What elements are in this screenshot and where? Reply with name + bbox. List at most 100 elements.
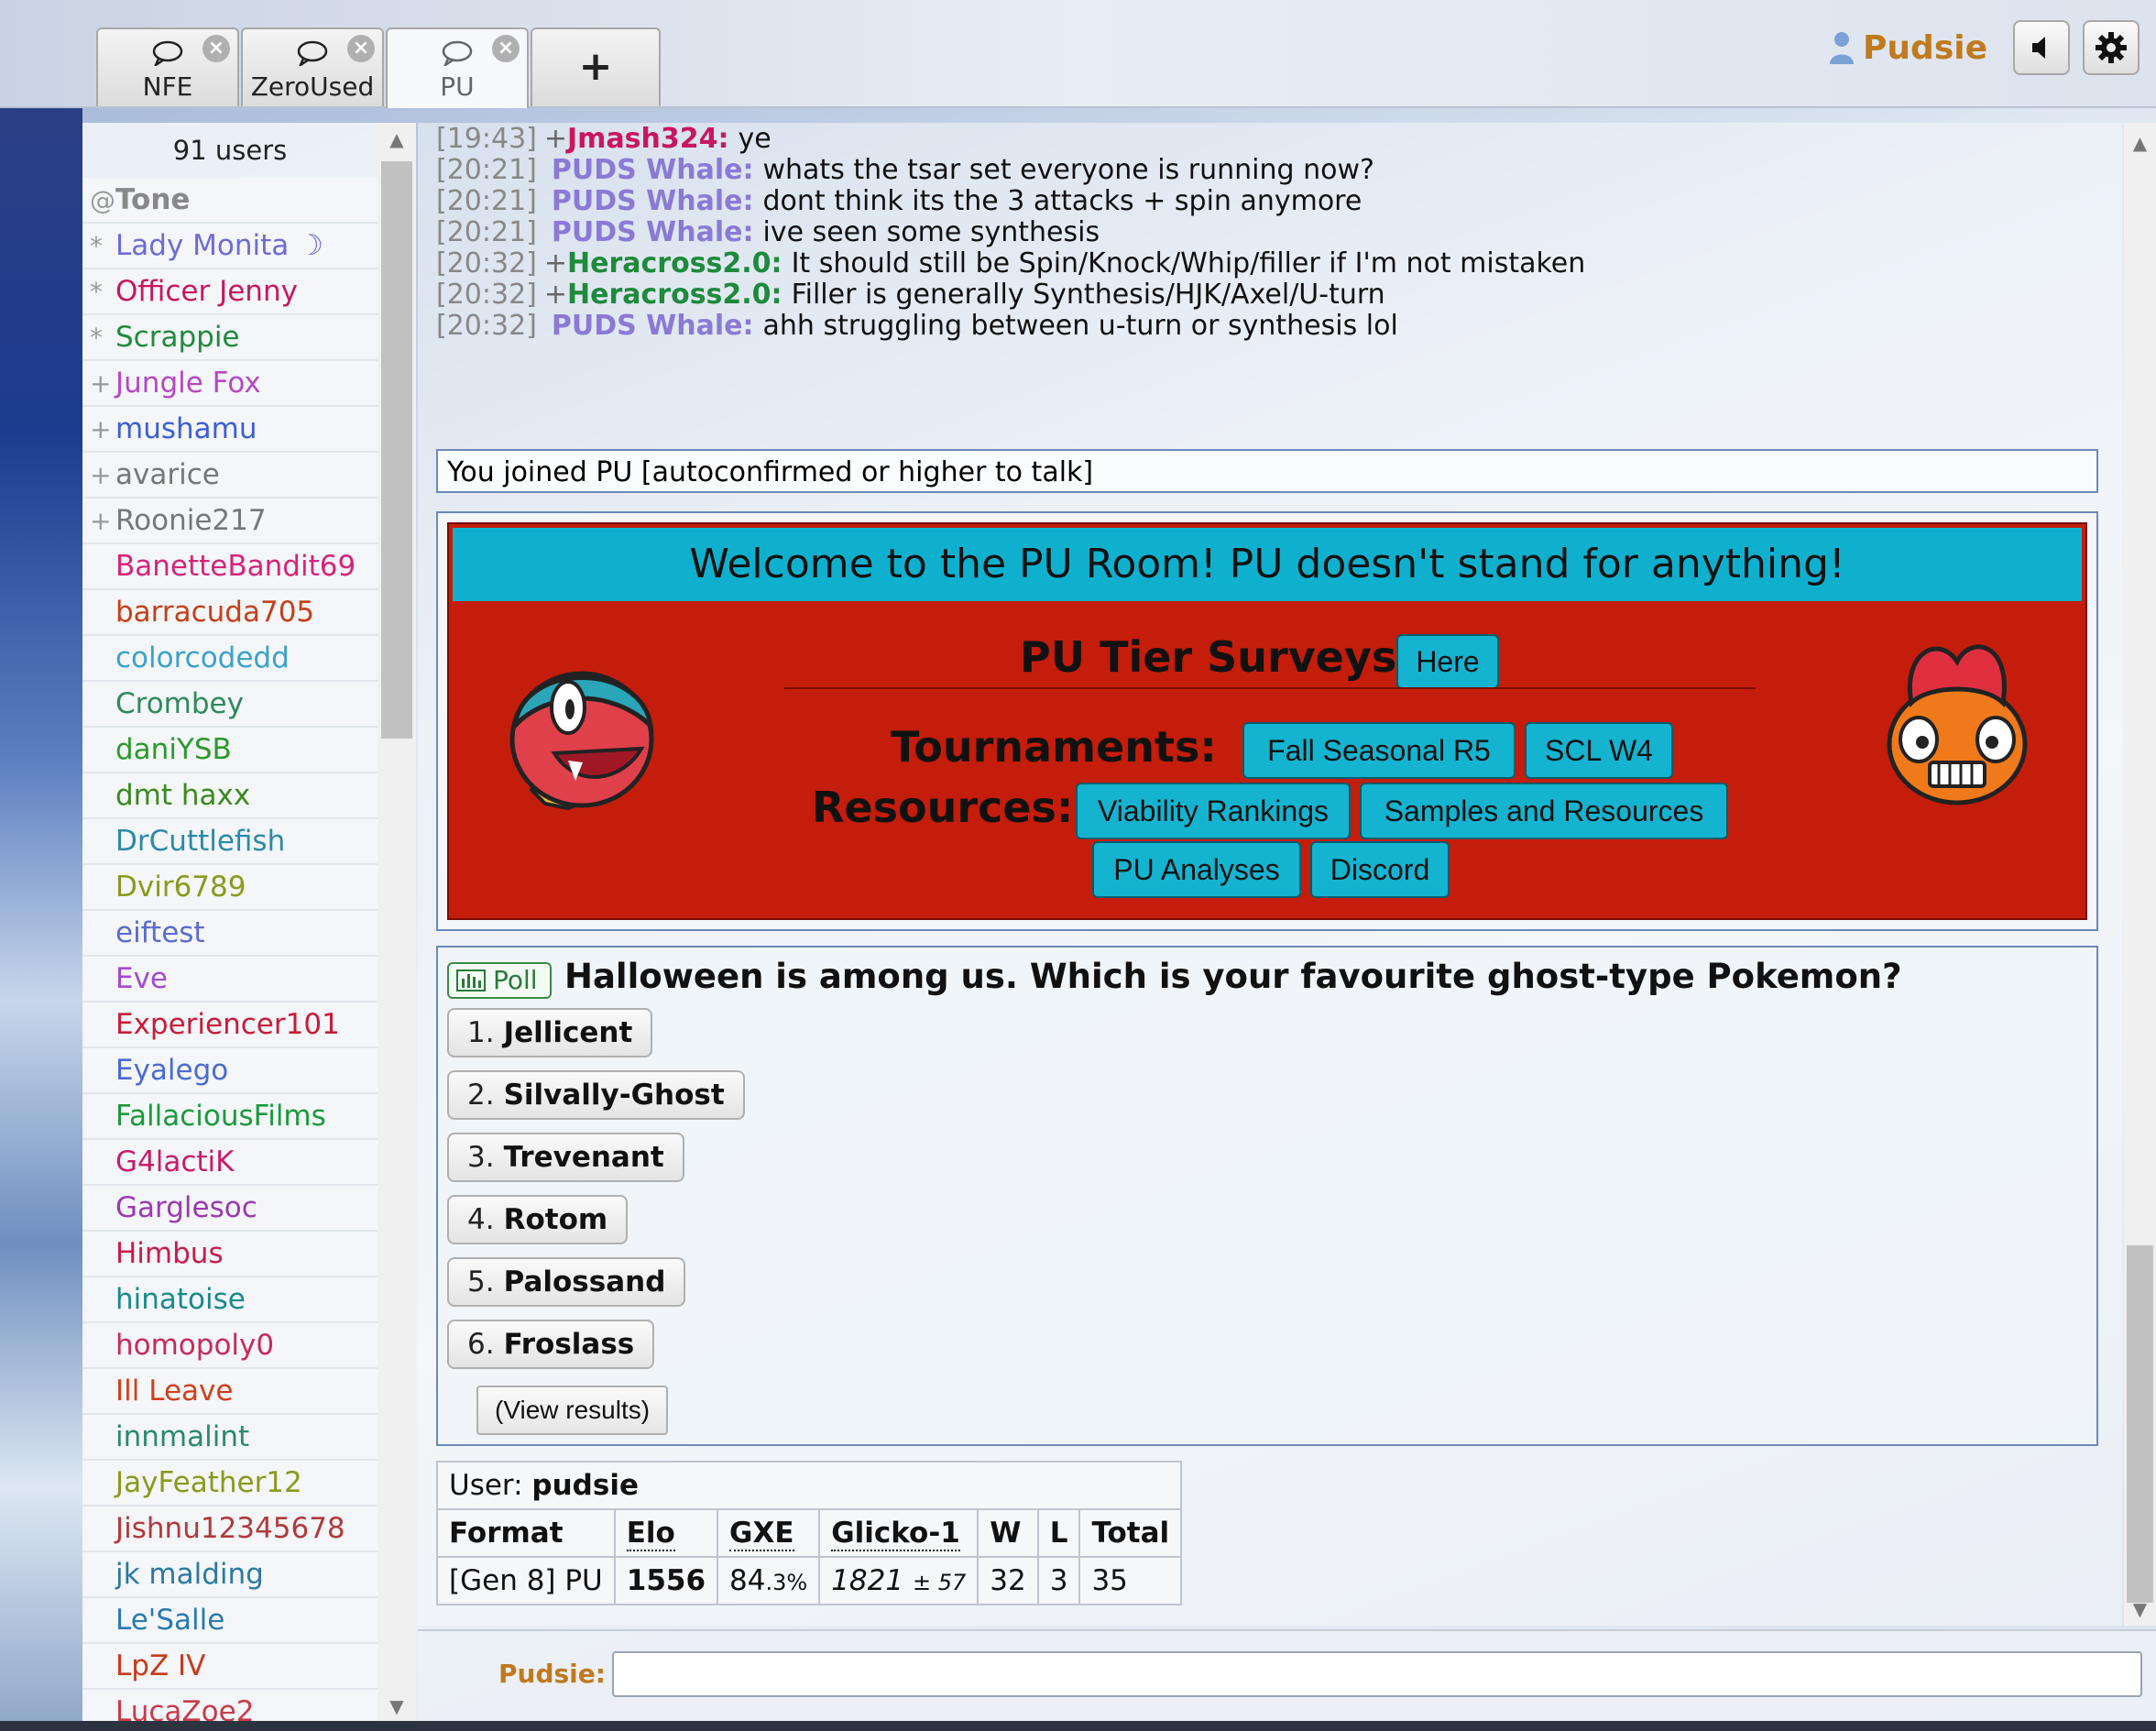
- user-list-item[interactable]: * Officer Jenny: [82, 269, 378, 315]
- poll-option-number: 4.: [467, 1203, 495, 1236]
- gear-icon: [2096, 32, 2127, 63]
- user-list-item[interactable]: @Tone: [82, 178, 378, 224]
- sound-button[interactable]: [2013, 20, 2070, 75]
- user-list-item[interactable]: eiftest: [82, 911, 378, 957]
- user-list-item[interactable]: Experiencer101: [82, 1002, 378, 1048]
- user-list-scrollbar[interactable]: ▲ ▼: [378, 123, 416, 1723]
- header-wins: W: [977, 1508, 1039, 1558]
- discord-button[interactable]: Discord: [1310, 841, 1450, 898]
- user-rank-symbol: +: [90, 506, 112, 536]
- ranking-username[interactable]: pudsie: [531, 1469, 639, 1502]
- user-list-item[interactable]: homopoly0: [82, 1323, 378, 1369]
- tab-pu[interactable]: PU ×: [386, 27, 529, 108]
- user-list-item[interactable]: Jishnu12345678: [82, 1506, 378, 1552]
- poll-option-button[interactable]: 5. Palossand: [447, 1257, 686, 1307]
- chat-input[interactable]: [612, 1651, 2142, 1697]
- close-icon[interactable]: ×: [347, 35, 375, 62]
- user-list-item[interactable]: colorcodedd: [82, 636, 378, 682]
- message-username[interactable]: Jmash324:: [567, 123, 729, 155]
- chat-log: [19:43] +Jmash324: ye [20:21] PUDS Whale: wha…: [418, 123, 2122, 1626]
- close-icon[interactable]: ×: [492, 35, 520, 62]
- user-list-item[interactable]: Eyalego: [82, 1048, 378, 1094]
- message-timestamp: [20:32]: [436, 279, 537, 311]
- message-username[interactable]: PUDS Whale:: [552, 185, 754, 217]
- bar-chart-icon: [456, 970, 486, 991]
- user-list-item[interactable]: Ill Leave: [82, 1369, 378, 1415]
- message-username[interactable]: PUDS Whale:: [552, 310, 754, 342]
- user-list-item[interactable]: * Scrappie: [82, 315, 378, 361]
- viability-rankings-button[interactable]: Viability Rankings: [1076, 783, 1351, 839]
- settings-button[interactable]: [2083, 20, 2140, 75]
- poll-option-number: 3.: [467, 1141, 495, 1174]
- samples-resources-button[interactable]: Samples and Resources: [1360, 783, 1728, 839]
- poll-option-label: Rotom: [503, 1203, 608, 1236]
- close-icon[interactable]: ×: [202, 35, 230, 62]
- scrollbar-thumb[interactable]: [2127, 1245, 2153, 1603]
- user-list-item[interactable]: G4lactiK: [82, 1140, 378, 1186]
- user-list-item[interactable]: + Roonie217: [82, 498, 378, 544]
- user-list-item[interactable]: * Lady Monita ☽: [82, 224, 378, 269]
- scroll-down-icon[interactable]: ▼: [2124, 1598, 2156, 1620]
- user-list-item[interactable]: innmalint: [82, 1415, 378, 1461]
- surveys-here-button[interactable]: Here: [1396, 634, 1499, 689]
- user-list-item[interactable]: LucaZoe2: [82, 1690, 378, 1723]
- poll-option-button[interactable]: 4. Rotom: [447, 1195, 629, 1244]
- poll-option-button[interactable]: 2. Silvally-Ghost: [447, 1070, 745, 1120]
- scl-w4-button[interactable]: SCL W4: [1525, 722, 1673, 779]
- cell-format: [Gen 8] PU: [436, 1556, 616, 1605]
- tab-nfe[interactable]: NFE ×: [96, 27, 239, 106]
- add-tab-button[interactable]: +: [531, 27, 661, 106]
- user-list-item[interactable]: Dvir6789: [82, 865, 378, 911]
- user-list-item[interactable]: daniYSB: [82, 728, 378, 773]
- scroll-up-icon[interactable]: ▲: [2124, 132, 2156, 154]
- user-list-item[interactable]: dmt haxx: [82, 773, 378, 819]
- user-name: Eve: [115, 962, 169, 995]
- user-name: Officer Jenny: [115, 275, 298, 308]
- poll-option-button[interactable]: 3. Trevenant: [447, 1133, 684, 1182]
- view-results-button[interactable]: (View results): [476, 1386, 669, 1435]
- user-rank-symbol: *: [90, 231, 103, 261]
- user-list-item[interactable]: Crombey: [82, 682, 378, 728]
- glicko-deviation: ± 57: [912, 1570, 967, 1595]
- user-name: G4lactiK: [115, 1145, 235, 1178]
- user-list-item[interactable]: LpZ IV: [82, 1644, 378, 1690]
- user-list-item[interactable]: JayFeather12: [82, 1461, 378, 1506]
- user-list-item[interactable]: DrCuttlefish: [82, 819, 378, 865]
- scrollbar-thumb[interactable]: [381, 161, 412, 739]
- user-list-item[interactable]: jk malding: [82, 1552, 378, 1598]
- resources-label: Resources:: [812, 783, 1074, 832]
- user-list-item[interactable]: Himbus: [82, 1232, 378, 1277]
- user-list-item[interactable]: BanetteBandit69: [82, 544, 378, 590]
- poll-option-label: Silvally-Ghost: [503, 1079, 725, 1112]
- user-name: LpZ IV: [115, 1649, 206, 1682]
- poll-option-number: 1.: [467, 1016, 495, 1049]
- user-list-item[interactable]: Eve: [82, 957, 378, 1002]
- user-list-item[interactable]: + mushamu: [82, 407, 378, 453]
- user-name: BanetteBandit69: [115, 550, 356, 583]
- user-list-item[interactable]: Garglesoc: [82, 1186, 378, 1232]
- message-username[interactable]: PUDS Whale:: [552, 216, 754, 248]
- tab-zeroused[interactable]: ZeroUsed ×: [241, 27, 384, 106]
- fall-seasonal-button[interactable]: Fall Seasonal R5: [1242, 722, 1516, 779]
- scroll-down-icon[interactable]: ▼: [378, 1695, 416, 1717]
- user-list-item[interactable]: + avarice: [82, 453, 378, 498]
- user-name: Experiencer101: [115, 1008, 340, 1041]
- chat-scrollbar[interactable]: ▲ ▼: [2124, 123, 2156, 1626]
- message-username[interactable]: PUDS Whale:: [552, 154, 754, 186]
- poll-option-button[interactable]: 1. Jellicent: [447, 1008, 653, 1057]
- scroll-up-icon[interactable]: ▲: [378, 128, 416, 150]
- user-list-item[interactable]: hinatoise: [82, 1277, 378, 1323]
- user-name: Ill Leave: [115, 1375, 234, 1408]
- username[interactable]: Pudsie: [1863, 29, 1987, 67]
- user-list-item[interactable]: barracuda705: [82, 590, 378, 636]
- poll-option-button[interactable]: 6. Froslass: [447, 1320, 655, 1369]
- pu-analyses-button[interactable]: PU Analyses: [1092, 841, 1301, 898]
- user-name: Jungle Fox: [115, 367, 261, 400]
- user-list-item[interactable]: + Jungle Fox: [82, 361, 378, 407]
- input-username-label: Pudsie:: [498, 1659, 606, 1689]
- user-list-item[interactable]: FallaciousFilms: [82, 1094, 378, 1140]
- message-username[interactable]: Heracross2.0:: [567, 279, 783, 311]
- tab-label: NFE: [142, 71, 193, 102]
- message-username[interactable]: Heracross2.0:: [567, 247, 783, 279]
- user-list-item[interactable]: Le'Salle: [82, 1598, 378, 1644]
